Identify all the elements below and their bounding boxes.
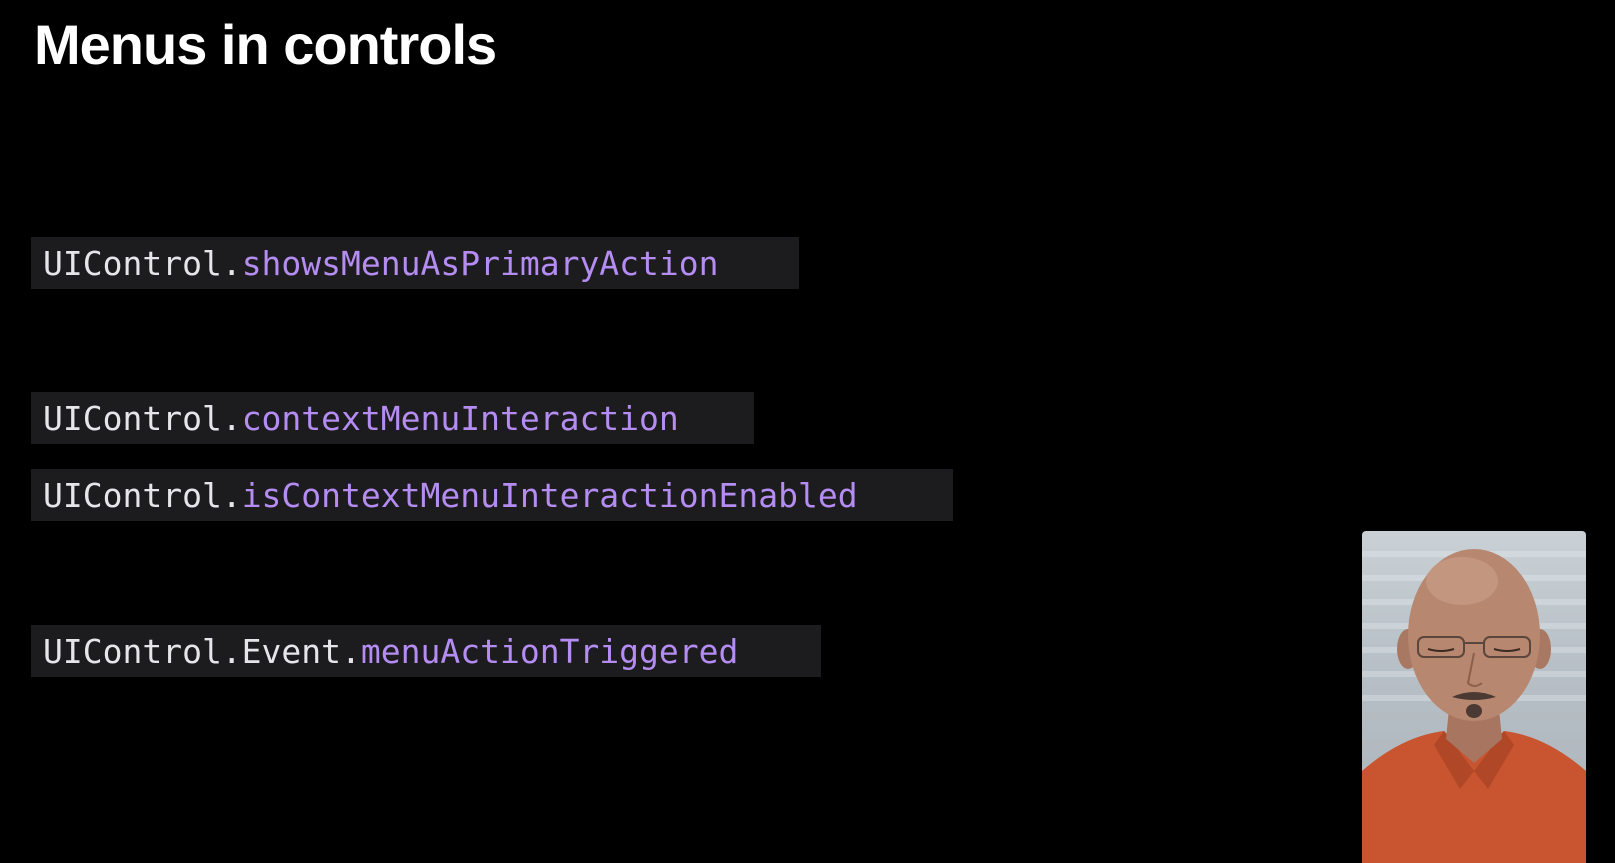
slide-title: Menus in controls <box>34 13 497 76</box>
code-prefix: UIControl.Event. <box>43 631 361 671</box>
presenter-video-icon <box>1362 531 1586 863</box>
code-member: contextMenuInteraction <box>241 398 679 438</box>
code-prefix: UIControl. <box>43 243 242 283</box>
code-line-context-menu-interaction: UIControl. contextMenuInteraction <box>31 392 754 444</box>
code-member: menuActionTriggered <box>360 631 739 671</box>
code-line-shows-menu-as-primary-action: UIControl. showsMenuAsPrimaryAction <box>31 237 799 289</box>
code-line-menu-action-triggered: UIControl.Event. menuActionTriggered <box>31 625 821 677</box>
code-prefix: UIControl. <box>43 398 242 438</box>
code-member: showsMenuAsPrimaryAction <box>241 243 719 283</box>
presenter-illustration <box>1362 549 1586 863</box>
code-prefix: UIControl. <box>43 475 242 515</box>
code-line-is-context-menu-interaction-enabled: UIControl. isContextMenuInteractionEnable… <box>31 469 953 521</box>
code-member: isContextMenuInteractionEnabled <box>241 475 858 515</box>
